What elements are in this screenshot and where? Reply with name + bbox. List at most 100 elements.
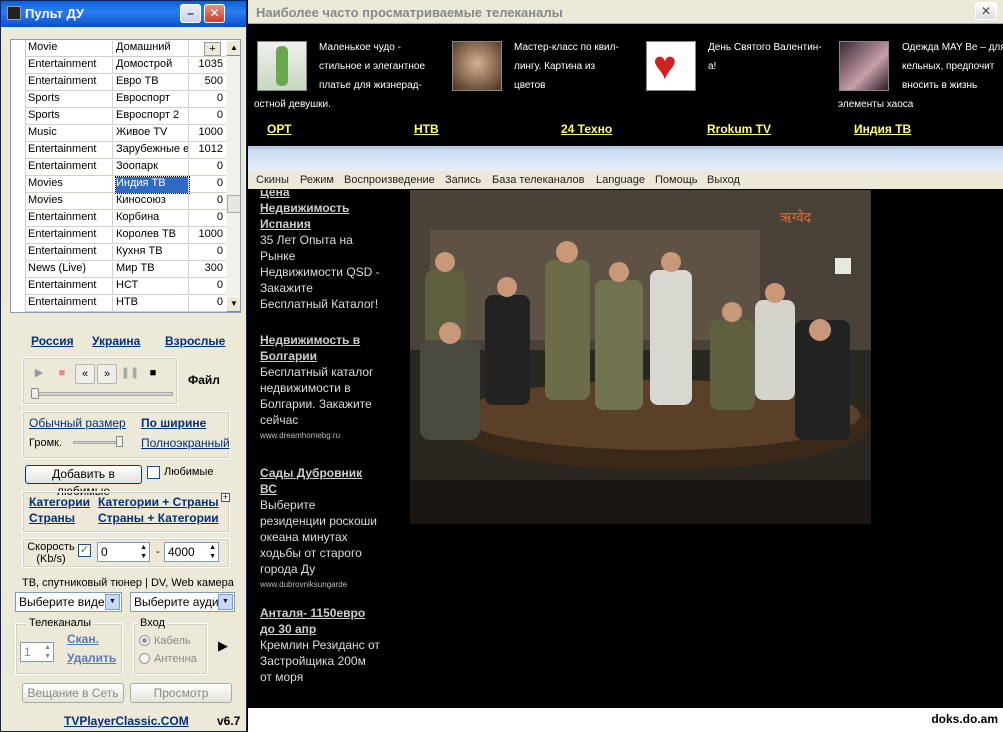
news-2-line-2[interactable]: лингу. Картина из bbox=[514, 57, 595, 76]
ad-3-url[interactable]: www.dubrovniksungarde bbox=[260, 577, 380, 593]
rewind-icon[interactable]: « bbox=[75, 364, 95, 384]
countries-categories-link[interactable]: Страны + Категории bbox=[98, 511, 219, 525]
channel-list[interactable]: Movie Домашний Entertainment Домострой 1035 E… bbox=[10, 39, 241, 313]
thumbnail-dress[interactable] bbox=[257, 41, 307, 91]
news-4-line-3[interactable]: вносить в жизнь bbox=[902, 76, 977, 95]
news-2-line-1[interactable]: Мастер-класс по квил- bbox=[514, 38, 619, 57]
scroll-up-icon[interactable]: ▲ bbox=[226, 40, 240, 56]
table-row[interactable]: Movie Домашний bbox=[11, 40, 226, 57]
menu-playback[interactable]: Воспроизведение bbox=[344, 174, 435, 186]
table-row[interactable]: Movies Киносоюз 0 bbox=[11, 193, 226, 210]
cable-radio[interactable] bbox=[139, 635, 150, 646]
forward-icon[interactable]: » bbox=[97, 364, 117, 384]
ad-3[interactable]: Сады Дубровник ВС Выберите резиденции ро… bbox=[260, 465, 380, 593]
ad-3-heading[interactable]: Сады Дубровник ВС bbox=[260, 465, 380, 497]
news-1-line-3[interactable]: платье для жизнерад- bbox=[319, 76, 422, 95]
channel-name[interactable]: НТВ bbox=[116, 296, 189, 312]
thumbnail-quilling[interactable] bbox=[452, 41, 502, 91]
channel-link-24techno[interactable]: 24 Техно bbox=[561, 122, 612, 136]
news-1-line-1[interactable]: Маленькое чудо - bbox=[319, 38, 401, 57]
table-row[interactable]: Entertainment НТВ 0 bbox=[11, 295, 226, 312]
table-row[interactable]: Movies Индия ТВ 0 bbox=[11, 176, 226, 194]
categories-countries-link[interactable]: Категории + Страны bbox=[98, 495, 219, 509]
expand-icon[interactable]: + bbox=[221, 493, 230, 502]
channel-name[interactable]: Евро ТВ bbox=[116, 75, 189, 91]
menu-channel-db[interactable]: База телеканалов bbox=[492, 174, 585, 186]
stop-icon[interactable]: ■ bbox=[52, 364, 72, 384]
scan-link[interactable]: Скан. bbox=[67, 632, 99, 646]
play-tuner-icon[interactable]: ▶ bbox=[218, 638, 228, 654]
news-4-line-1[interactable]: Одежда MAY Be – для bbox=[902, 38, 1003, 57]
list-scrollbar[interactable]: ▲ ▼ bbox=[226, 40, 240, 312]
pause-icon[interactable]: ❚❚ bbox=[120, 364, 140, 384]
scroll-thumb[interactable] bbox=[227, 195, 240, 213]
news-4-line-2[interactable]: кельных, предпочит bbox=[902, 57, 994, 76]
ad-2-heading[interactable]: Недвижимость в Болгарии bbox=[260, 332, 380, 364]
channel-name[interactable]: Корбина bbox=[116, 211, 189, 227]
volume-handle[interactable] bbox=[116, 436, 123, 447]
channel-name[interactable]: Киносоюз bbox=[116, 194, 189, 210]
menu-help[interactable]: Помощь bbox=[655, 174, 698, 186]
play-icon[interactable]: ▶ bbox=[29, 364, 49, 384]
menu-record[interactable]: Запись bbox=[445, 174, 481, 186]
seek-slider[interactable] bbox=[33, 392, 173, 396]
channel-link-ort[interactable]: ОРТ bbox=[267, 122, 292, 136]
file-button[interactable]: Файл bbox=[188, 373, 220, 387]
table-row[interactable]: Sports Евроспорт 0 bbox=[11, 91, 226, 108]
menu-skins[interactable]: Скины bbox=[256, 174, 289, 186]
table-row[interactable]: Entertainment Кухня ТВ 0 bbox=[11, 244, 226, 261]
menu-language[interactable]: Language bbox=[596, 174, 645, 186]
thumbnail-clothing[interactable] bbox=[839, 41, 889, 91]
close-button[interactable]: ✕ bbox=[204, 4, 225, 23]
speed-checkbox[interactable]: ✓ bbox=[78, 544, 91, 557]
countries-link[interactable]: Страны bbox=[29, 511, 75, 525]
region-russia-link[interactable]: Россия bbox=[31, 334, 74, 348]
channel-link-india[interactable]: Индия ТВ bbox=[854, 122, 911, 136]
fit-width-link[interactable]: По ширине bbox=[141, 416, 206, 430]
categories-link[interactable]: Категории bbox=[29, 495, 90, 509]
channel-name[interactable]: Королев ТВ bbox=[116, 228, 189, 244]
minimize-button[interactable]: – bbox=[180, 4, 201, 23]
favorites-checkbox[interactable] bbox=[147, 466, 160, 479]
normal-size-link[interactable]: Обычный размер bbox=[29, 416, 126, 430]
region-adult-link[interactable]: Взрослые bbox=[165, 334, 225, 348]
channel-link-rrokum[interactable]: Rrokum TV bbox=[707, 122, 771, 136]
table-row[interactable]: Entertainment Корбина 0 bbox=[11, 210, 226, 227]
table-row[interactable]: Entertainment Домострой 1035 bbox=[11, 57, 226, 74]
audio-select[interactable]: Выберите аудио ▼ bbox=[130, 592, 235, 612]
channel-name[interactable]: Мир ТВ bbox=[116, 262, 189, 278]
channel-name[interactable]: Евроспорт 2 bbox=[116, 109, 189, 125]
table-row[interactable]: News (Live) Мир ТВ 300 bbox=[11, 261, 226, 278]
channel-name[interactable]: НСТ bbox=[116, 279, 189, 295]
player-titlebar[interactable] bbox=[248, 146, 1003, 171]
broadcast-button[interactable]: Вещание в Сеть bbox=[22, 683, 124, 703]
channel-name[interactable]: Индия ТВ bbox=[115, 176, 190, 194]
antenna-radio[interactable] bbox=[139, 653, 150, 664]
record-stop-icon[interactable]: ■ bbox=[143, 364, 163, 384]
ad-2-url[interactable]: www.dreamhomebg.ru bbox=[260, 428, 380, 444]
speed-to-input[interactable]: 4000 ▲ ▼ bbox=[164, 542, 219, 562]
table-row[interactable]: Music Живое TV 1000 bbox=[11, 125, 226, 142]
site-link[interactable]: TVPlayerClassic.COM bbox=[64, 714, 189, 728]
news-3-line-1[interactable]: День Святого Валентин- bbox=[708, 38, 822, 57]
preview-button[interactable]: Просмотр bbox=[130, 683, 232, 703]
channel-link-ntv[interactable]: НТВ bbox=[414, 122, 439, 136]
fullscreen-link[interactable]: Полноэкранный bbox=[141, 436, 230, 450]
channel-count-input[interactable]: 1 ▲ ▼ bbox=[20, 642, 54, 662]
speed-from-input[interactable]: 0 ▲ ▼ bbox=[97, 542, 150, 562]
menu-exit[interactable]: Выход bbox=[707, 174, 740, 186]
ad-1[interactable]: Цена Недвижимость Испания 35 Лет Опыта н… bbox=[260, 190, 380, 312]
channel-name[interactable]: Зарубежные е bbox=[116, 143, 189, 159]
seek-handle[interactable] bbox=[31, 388, 39, 399]
ad-4[interactable]: Анталя- 1150евро до 30 апр Кремлин Резид… bbox=[260, 605, 380, 707]
add-channel-button[interactable]: + bbox=[204, 42, 221, 56]
news-1-line-2[interactable]: стильное и элегантное bbox=[319, 57, 425, 76]
news-1-line-4[interactable]: остной девушки. bbox=[254, 95, 331, 114]
table-row[interactable]: Entertainment Евро ТВ 500 bbox=[11, 74, 226, 91]
video-select[interactable]: Выберите видео ▼ bbox=[15, 592, 122, 612]
channel-name[interactable]: Евроспорт bbox=[116, 92, 189, 108]
table-row[interactable]: Entertainment Зарубежные е 1012 bbox=[11, 142, 226, 159]
channel-name[interactable]: Кухня ТВ bbox=[116, 245, 189, 261]
news-4-line-4[interactable]: элементы хаоса bbox=[838, 95, 913, 114]
add-favorite-button[interactable]: Добавить в любимые bbox=[25, 465, 142, 498]
